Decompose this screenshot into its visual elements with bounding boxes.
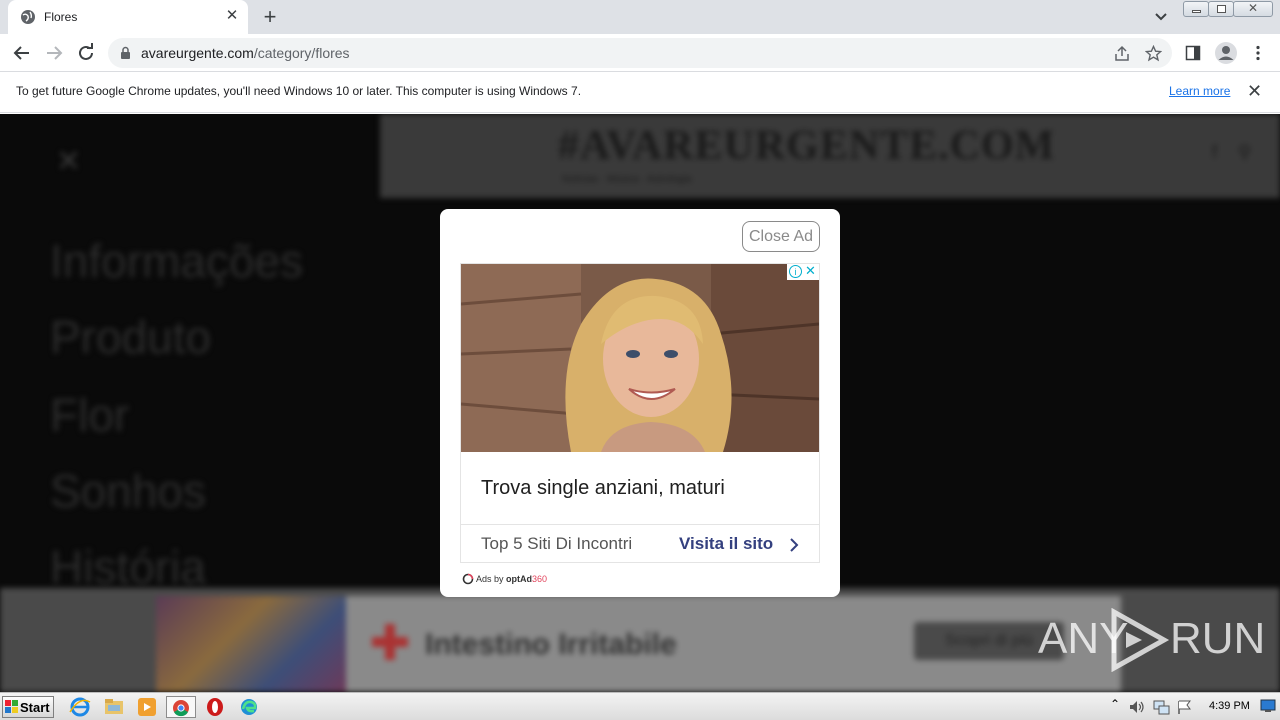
share-icon[interactable]: [1113, 45, 1130, 62]
windows-taskbar: Start ⌃ 4:39 PM: [0, 692, 1280, 720]
show-desktop-icon[interactable]: [1260, 699, 1276, 713]
search-icon[interactable]: ⚲: [1238, 142, 1251, 163]
menu-item-flor[interactable]: Flor: [50, 388, 129, 442]
facebook-icon[interactable]: f: [1212, 142, 1217, 163]
profile-avatar-icon[interactable]: [1214, 41, 1238, 65]
interstitial-ad-modal: Close Ad i ✕ Trova single anziani, matur…: [440, 209, 840, 597]
medical-cross-icon: [372, 624, 408, 660]
tab-close-icon[interactable]: ✕: [224, 8, 240, 24]
ad-photo-woman[interactable]: [461, 264, 819, 452]
tab-search-chevron-icon[interactable]: [1151, 8, 1171, 26]
new-tab-button[interactable]: +: [259, 6, 281, 28]
internet-explorer-icon[interactable]: [68, 696, 92, 718]
forward-icon[interactable]: [42, 41, 66, 65]
bottom-ad-image[interactable]: [156, 596, 346, 692]
action-center-flag-icon[interactable]: [1176, 699, 1194, 715]
bookmark-star-icon[interactable]: [1145, 45, 1162, 62]
menu-item-sonhos[interactable]: Sonhos: [50, 464, 206, 518]
network-icon[interactable]: [1152, 699, 1170, 715]
chrome-taskbar-button[interactable]: [166, 696, 196, 718]
media-player-icon[interactable]: [135, 696, 159, 718]
site-tagline: Notícias · Música · Astrologia: [562, 174, 692, 185]
reload-icon[interactable]: [74, 41, 98, 65]
address-bar[interactable]: avareurgente.com/category/flores: [108, 38, 1172, 68]
menu-item-historia[interactable]: História: [50, 540, 206, 594]
browser-toolbar: avareurgente.com/category/flores: [0, 34, 1280, 72]
side-panel-icon[interactable]: [1185, 45, 1201, 61]
learn-more-link[interactable]: Learn more: [1169, 84, 1230, 98]
minimize-button[interactable]: [1183, 1, 1209, 17]
page-viewport: #AVAREURGENTE.COM Notícias · Música · As…: [0, 114, 1280, 692]
url-text: avareurgente.com/category/flores: [141, 45, 350, 61]
close-window-button[interactable]: ✕: [1233, 1, 1273, 17]
chrome-icon: [173, 700, 189, 717]
adchoices-icon[interactable]: i ✕: [787, 263, 819, 280]
menu-item-produto[interactable]: Produto: [50, 310, 211, 364]
site-header: #AVAREURGENTE.COM Notícias · Música · As…: [380, 114, 1280, 198]
back-icon[interactable]: [10, 41, 34, 65]
chevron-right-icon[interactable]: [789, 537, 799, 553]
optad-logo-icon: [462, 573, 474, 585]
opera-icon[interactable]: [203, 696, 227, 718]
edge-icon[interactable]: [237, 696, 261, 718]
taskbar-clock[interactable]: 4:39 PM: [1209, 700, 1250, 712]
show-hidden-icons-icon[interactable]: ⌃: [1110, 697, 1120, 711]
bottom-ad-title: Intestino Irritabile: [425, 628, 677, 661]
close-ad-button[interactable]: Close Ad: [742, 221, 820, 252]
tab-title: Flores: [44, 10, 78, 24]
infobar-close-icon[interactable]: ✕: [1247, 82, 1262, 100]
tab-flores[interactable]: Flores ✕: [8, 0, 248, 34]
ad-cta-link[interactable]: Visita il sito: [679, 534, 773, 554]
update-infobar: To get future Google Chrome updates, you…: [0, 72, 1280, 113]
windows-logo-icon: [5, 700, 18, 713]
site-logo[interactable]: #AVAREURGENTE.COM: [558, 122, 1055, 170]
volume-icon[interactable]: [1128, 699, 1146, 715]
ad-card[interactable]: i ✕ Trova single anziani, maturi Top 5 S…: [460, 263, 820, 563]
ad-source: Top 5 Siti Di Incontri: [481, 534, 633, 553]
file-explorer-icon[interactable]: [102, 696, 126, 718]
system-tray: ⌃: [1104, 695, 1278, 719]
ad-headline[interactable]: Trova single anziani, maturi: [481, 477, 725, 500]
lock-icon[interactable]: [120, 46, 131, 60]
menu-item-informacoes[interactable]: Informações: [50, 234, 303, 288]
ad-close-x-icon[interactable]: ✕: [805, 263, 816, 279]
restore-button[interactable]: [1208, 1, 1234, 17]
menu-close-icon[interactable]: ✕: [56, 144, 81, 179]
play-logo-icon: [1111, 608, 1170, 672]
globe-icon: [21, 10, 35, 24]
ad-divider: [461, 524, 819, 525]
start-button[interactable]: Start: [2, 696, 54, 718]
infobar-message: To get future Google Chrome updates, you…: [16, 84, 582, 98]
tab-strip: Flores ✕ + ✕: [0, 0, 1280, 34]
more-menu-icon[interactable]: [1252, 45, 1264, 61]
